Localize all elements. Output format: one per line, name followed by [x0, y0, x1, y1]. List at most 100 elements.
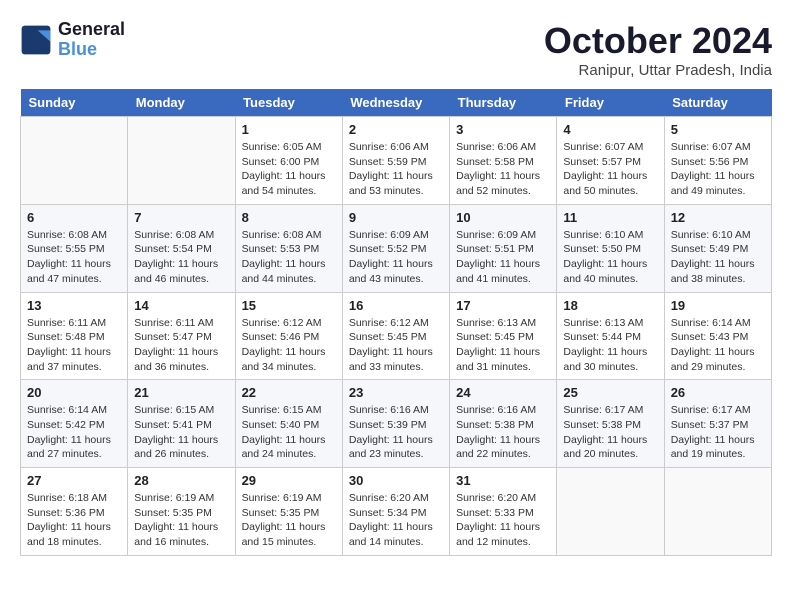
day-number: 8 [242, 210, 336, 225]
day-header-monday: Monday [128, 89, 235, 117]
week-row-1: 1 Sunrise: 6:05 AM Sunset: 6:00 PM Daylig… [21, 117, 772, 205]
cell-details: Sunrise: 6:19 AM Sunset: 5:35 PM Dayligh… [242, 491, 336, 550]
day-number: 21 [134, 385, 228, 400]
page-header: General Blue October 2024 Ranipur, Uttar… [20, 20, 772, 79]
cell-details: Sunrise: 6:10 AM Sunset: 5:49 PM Dayligh… [671, 228, 765, 287]
cell-details: Sunrise: 6:08 AM Sunset: 5:54 PM Dayligh… [134, 228, 228, 287]
day-number: 10 [456, 210, 550, 225]
day-number: 24 [456, 385, 550, 400]
week-row-3: 13Sunrise: 6:11 AM Sunset: 5:48 PM Dayli… [21, 292, 772, 380]
cell-details: Sunrise: 6:16 AM Sunset: 5:38 PM Dayligh… [456, 403, 550, 462]
day-number: 25 [563, 385, 657, 400]
calendar-cell: 24 Sunrise: 6:16 AM Sunset: 5:38 PM Dayli… [450, 380, 557, 468]
day-number: 20 [27, 385, 121, 400]
cell-details: Sunrise: 6:10 AM Sunset: 5:50 PM Dayligh… [563, 228, 657, 287]
day-number: 18 [563, 298, 657, 313]
calendar-cell: 9Sunrise: 6:09 AM Sunset: 5:52 PM Daylig… [342, 204, 449, 292]
calendar-cell: 16 Sunrise: 6:12 AM Sunset: 5:45 PM Dayli… [342, 292, 449, 380]
calendar-cell: 18 Sunrise: 6:13 AM Sunset: 5:44 PM Dayli… [557, 292, 664, 380]
week-row-5: 27Sunrise: 6:18 AM Sunset: 5:36 PM Dayli… [21, 468, 772, 556]
logo-icon [20, 24, 52, 56]
calendar-cell: 15Sunrise: 6:12 AM Sunset: 5:46 PM Dayli… [235, 292, 342, 380]
calendar-cell: 30 Sunrise: 6:20 AM Sunset: 5:34 PM Dayli… [342, 468, 449, 556]
calendar-cell: 3 Sunrise: 6:06 AM Sunset: 5:58 PM Daylig… [450, 117, 557, 205]
cell-details: Sunrise: 6:09 AM Sunset: 5:51 PM Dayligh… [456, 228, 550, 287]
calendar-cell: 6 Sunrise: 6:08 AM Sunset: 5:55 PM Daylig… [21, 204, 128, 292]
day-number: 16 [349, 298, 443, 313]
calendar-cell: 23Sunrise: 6:16 AM Sunset: 5:39 PM Dayli… [342, 380, 449, 468]
calendar-cell: 14 Sunrise: 6:11 AM Sunset: 5:47 PM Dayli… [128, 292, 235, 380]
title-block: October 2024 Ranipur, Uttar Pradesh, Ind… [544, 20, 772, 79]
logo-text: General Blue [58, 20, 125, 60]
calendar-cell: 7Sunrise: 6:08 AM Sunset: 5:54 PM Daylig… [128, 204, 235, 292]
calendar-cell: 2 Sunrise: 6:06 AM Sunset: 5:59 PM Daylig… [342, 117, 449, 205]
cell-details: Sunrise: 6:15 AM Sunset: 5:41 PM Dayligh… [134, 403, 228, 462]
calendar-cell: 5 Sunrise: 6:07 AM Sunset: 5:56 PM Daylig… [664, 117, 771, 205]
day-number: 30 [349, 473, 443, 488]
cell-details: Sunrise: 6:20 AM Sunset: 5:34 PM Dayligh… [349, 491, 443, 550]
calendar-table: SundayMondayTuesdayWednesdayThursdayFrid… [20, 89, 772, 556]
cell-details: Sunrise: 6:07 AM Sunset: 5:56 PM Dayligh… [671, 140, 765, 199]
day-number: 23 [349, 385, 443, 400]
day-number: 29 [242, 473, 336, 488]
calendar-cell [21, 117, 128, 205]
cell-details: Sunrise: 6:11 AM Sunset: 5:47 PM Dayligh… [134, 316, 228, 375]
calendar-cell: 28 Sunrise: 6:19 AM Sunset: 5:35 PM Dayli… [128, 468, 235, 556]
day-number: 22 [242, 385, 336, 400]
cell-details: Sunrise: 6:06 AM Sunset: 5:58 PM Dayligh… [456, 140, 550, 199]
logo: General Blue [20, 20, 125, 60]
calendar-cell: 10 Sunrise: 6:09 AM Sunset: 5:51 PM Dayli… [450, 204, 557, 292]
calendar-cell: 17 Sunrise: 6:13 AM Sunset: 5:45 PM Dayli… [450, 292, 557, 380]
day-number: 6 [27, 210, 121, 225]
calendar-cell: 13Sunrise: 6:11 AM Sunset: 5:48 PM Dayli… [21, 292, 128, 380]
calendar-cell: 19 Sunrise: 6:14 AM Sunset: 5:43 PM Dayli… [664, 292, 771, 380]
calendar-cell: 20Sunrise: 6:14 AM Sunset: 5:42 PM Dayli… [21, 380, 128, 468]
calendar-cell: 26Sunrise: 6:17 AM Sunset: 5:37 PM Dayli… [664, 380, 771, 468]
calendar-cell: 1 Sunrise: 6:05 AM Sunset: 6:00 PM Daylig… [235, 117, 342, 205]
day-header-thursday: Thursday [450, 89, 557, 117]
calendar-cell: 22Sunrise: 6:15 AM Sunset: 5:40 PM Dayli… [235, 380, 342, 468]
cell-details: Sunrise: 6:14 AM Sunset: 5:43 PM Dayligh… [671, 316, 765, 375]
cell-details: Sunrise: 6:06 AM Sunset: 5:59 PM Dayligh… [349, 140, 443, 199]
calendar-cell: 25 Sunrise: 6:17 AM Sunset: 5:38 PM Dayli… [557, 380, 664, 468]
cell-details: Sunrise: 6:18 AM Sunset: 5:36 PM Dayligh… [27, 491, 121, 550]
calendar-cell [557, 468, 664, 556]
day-number: 13 [27, 298, 121, 313]
calendar-cell: 29 Sunrise: 6:19 AM Sunset: 5:35 PM Dayli… [235, 468, 342, 556]
cell-details: Sunrise: 6:08 AM Sunset: 5:55 PM Dayligh… [27, 228, 121, 287]
cell-details: Sunrise: 6:19 AM Sunset: 5:35 PM Dayligh… [134, 491, 228, 550]
week-row-2: 6 Sunrise: 6:08 AM Sunset: 5:55 PM Daylig… [21, 204, 772, 292]
calendar-cell: 4 Sunrise: 6:07 AM Sunset: 5:57 PM Daylig… [557, 117, 664, 205]
calendar-cell: 31 Sunrise: 6:20 AM Sunset: 5:33 PM Dayli… [450, 468, 557, 556]
day-number: 17 [456, 298, 550, 313]
calendar-cell: 11Sunrise: 6:10 AM Sunset: 5:50 PM Dayli… [557, 204, 664, 292]
cell-details: Sunrise: 6:13 AM Sunset: 5:44 PM Dayligh… [563, 316, 657, 375]
calendar-cell [664, 468, 771, 556]
days-header-row: SundayMondayTuesdayWednesdayThursdayFrid… [21, 89, 772, 117]
day-number: 14 [134, 298, 228, 313]
day-number: 26 [671, 385, 765, 400]
day-number: 3 [456, 122, 550, 137]
cell-details: Sunrise: 6:05 AM Sunset: 6:00 PM Dayligh… [242, 140, 336, 199]
week-row-4: 20Sunrise: 6:14 AM Sunset: 5:42 PM Dayli… [21, 380, 772, 468]
cell-details: Sunrise: 6:09 AM Sunset: 5:52 PM Dayligh… [349, 228, 443, 287]
cell-details: Sunrise: 6:12 AM Sunset: 5:45 PM Dayligh… [349, 316, 443, 375]
day-number: 5 [671, 122, 765, 137]
cell-details: Sunrise: 6:20 AM Sunset: 5:33 PM Dayligh… [456, 491, 550, 550]
calendar-cell [128, 117, 235, 205]
calendar-cell: 12Sunrise: 6:10 AM Sunset: 5:49 PM Dayli… [664, 204, 771, 292]
day-number: 2 [349, 122, 443, 137]
day-number: 31 [456, 473, 550, 488]
calendar-cell: 8 Sunrise: 6:08 AM Sunset: 5:53 PM Daylig… [235, 204, 342, 292]
cell-details: Sunrise: 6:08 AM Sunset: 5:53 PM Dayligh… [242, 228, 336, 287]
day-number: 1 [242, 122, 336, 137]
month-title: October 2024 [544, 20, 772, 62]
day-header-saturday: Saturday [664, 89, 771, 117]
day-number: 28 [134, 473, 228, 488]
cell-details: Sunrise: 6:17 AM Sunset: 5:38 PM Dayligh… [563, 403, 657, 462]
day-number: 4 [563, 122, 657, 137]
day-number: 19 [671, 298, 765, 313]
cell-details: Sunrise: 6:13 AM Sunset: 5:45 PM Dayligh… [456, 316, 550, 375]
cell-details: Sunrise: 6:12 AM Sunset: 5:46 PM Dayligh… [242, 316, 336, 375]
cell-details: Sunrise: 6:07 AM Sunset: 5:57 PM Dayligh… [563, 140, 657, 199]
